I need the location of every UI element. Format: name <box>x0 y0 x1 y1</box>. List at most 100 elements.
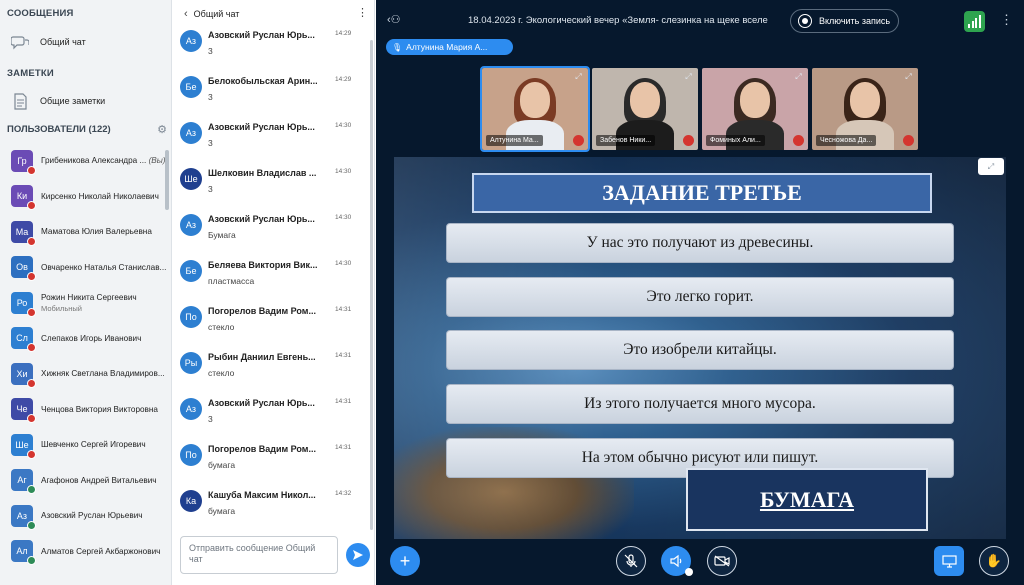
gear-icon[interactable]: ⚙ <box>157 123 167 136</box>
connection-status-icon[interactable] <box>964 11 985 32</box>
user-list-item[interactable]: Ки Кирсенко Николай Николаевич <box>0 179 171 215</box>
video-thumbnail[interactable]: ⤢ Забенов Ники... <box>592 68 698 150</box>
user-list-item[interactable]: Ал Алматов Сергей Акбаржонович <box>0 534 171 570</box>
chat-message-input[interactable]: Отправить сообщение Общий чат <box>180 536 338 574</box>
chat-scrollbar[interactable] <box>370 40 373 530</box>
more-options-icon[interactable]: ⋮ <box>1000 12 1013 28</box>
avatar: По <box>180 444 202 466</box>
avatar-initials: Ки <box>16 191 28 202</box>
chevron-left-icon[interactable]: ‹ <box>184 8 188 20</box>
mic-muted-icon <box>573 135 584 146</box>
expand-icon[interactable]: ⤢ <box>683 71 694 82</box>
mic-muted-icon <box>793 135 804 146</box>
user-list-item[interactable]: Гр Грибеникова Александра ... (Вы) <box>0 143 171 179</box>
sidebar-item-public-chat[interactable]: Общий чат <box>0 29 171 55</box>
mic-muted-icon <box>27 343 36 353</box>
message-author: Беляева Виктория Вик... <box>208 260 318 270</box>
user-list-item[interactable]: Ше Шевченко Сергей Игоревич <box>0 427 171 463</box>
chat-message: Ше Шелковин Владислав ... 14:30 3 <box>172 162 374 208</box>
message-text: стекло <box>208 368 235 378</box>
leave-icon[interactable]: ‹⚇ <box>387 13 401 26</box>
avatar-initials: Аз <box>16 510 28 521</box>
mic-muted-icon <box>27 307 36 317</box>
mic-muted-icon <box>27 165 36 175</box>
hand-icon: ✋ <box>985 553 1003 568</box>
user-list-item[interactable]: Ма Маматова Юлия Валерьевна <box>0 214 171 250</box>
video-thumbnail[interactable]: ⤢ Алтунина Ма... <box>480 66 590 152</box>
expand-icon[interactable]: ⤢ <box>903 71 914 82</box>
users-section-header: ПОЛЬЗОВАТЕЛИ (122) ⚙ <box>7 123 167 136</box>
user-list-item[interactable]: Хи Хижняк Светлана Владимиров... <box>0 356 171 392</box>
speaker-icon <box>670 554 682 568</box>
avatar: Ше <box>180 168 202 190</box>
user-list-item[interactable]: Сл Слепаков Игорь Иванович <box>0 321 171 357</box>
avatar: Аз <box>11 504 36 530</box>
message-author: Азовский Руслан Юрь... <box>208 30 315 40</box>
avatar-initials: Ше <box>15 439 29 450</box>
video-thumbnail[interactable]: ⤢ Чесножова Да... <box>812 68 918 150</box>
actions-button[interactable]: + <box>390 546 420 576</box>
send-button[interactable] <box>346 543 370 567</box>
start-recording-button[interactable]: Включить запись <box>790 9 899 33</box>
expand-icon[interactable]: ⤢ <box>793 71 804 82</box>
avatar-initials: Ма <box>15 226 29 237</box>
users-scrollbar[interactable] <box>165 150 169 210</box>
mic-muted-icon <box>27 272 36 282</box>
avatar-initials: Ше <box>184 174 198 184</box>
listen-only-icon <box>27 485 36 495</box>
avatar-initials: Аг <box>17 475 27 486</box>
more-options-icon[interactable]: ⋮ <box>357 8 368 19</box>
user-name: Кирсенко Николай Николаевич <box>41 191 159 201</box>
message-time: 14:30 <box>335 214 352 221</box>
user-name: Грибеникова Александра ... <box>41 156 147 166</box>
user-list-item[interactable]: Ов Овчаренко Наталья Станислав... <box>0 250 171 286</box>
user-list-item[interactable]: Ро Рожин Никита Сергеевич Мобильный <box>0 285 171 321</box>
user-name: Овчаренко Наталья Станислав... <box>41 262 167 272</box>
listen-only-icon <box>27 556 36 566</box>
message-author: Азовский Руслан Юрь... <box>208 398 315 408</box>
message-time: 14:31 <box>335 398 352 405</box>
avatar: Че <box>11 398 36 424</box>
avatar: Аз <box>180 398 202 420</box>
avatar: Гр <box>11 149 36 175</box>
chat-title[interactable]: Общий чат <box>194 9 240 19</box>
screen-share-button[interactable] <box>934 546 964 576</box>
audio-status-dot <box>685 568 693 576</box>
avatar: Аг <box>11 469 36 495</box>
camera-button[interactable] <box>707 546 737 576</box>
avatar-initials: Бе <box>185 82 197 92</box>
user-name: Ченцова Виктория Викторовна <box>41 404 158 414</box>
avatar-initials: Бе <box>185 266 197 276</box>
record-icon <box>798 14 812 28</box>
microphone-off-icon <box>624 554 638 568</box>
user-list-item[interactable]: Че Ченцова Виктория Викторовна <box>0 392 171 428</box>
mic-muted-icon <box>903 135 914 146</box>
message-author: Рыбин Даниил Евгень... <box>208 352 316 362</box>
message-text: 3 <box>208 138 213 148</box>
user-list-item[interactable]: Аз Азовский Руслан Юрьевич <box>0 498 171 534</box>
fullscreen-button[interactable]: ⤢ <box>978 158 1004 175</box>
user-list-item[interactable]: Аг Агафонов Андрей Витальевич <box>0 463 171 499</box>
you-label: (Вы) <box>148 156 166 166</box>
sidebar-item-label: Общие заметки <box>40 96 106 106</box>
expand-icon[interactable]: ⤢ <box>573 71 584 82</box>
avatar: Ро <box>11 291 36 317</box>
user-name: Азовский Руслан Юрьевич <box>41 511 143 521</box>
messages-section-title: СООБЩЕНИЯ <box>7 8 74 19</box>
video-thumbnail[interactable]: ⤢ Фоминых Али... <box>702 68 808 150</box>
current-speaker-badge: 🎙 Алтунина Мария А... <box>386 39 513 55</box>
slide-title: ЗАДАНИЕ ТРЕТЬЕ <box>472 173 932 213</box>
chat-message: Аз Азовский Руслан Юрь... 14:31 3 <box>172 392 374 438</box>
chat-message: Ка Кашуба Максим Никол... 14:32 бумага <box>172 484 374 530</box>
participant-name: Чесножова Да... <box>816 135 877 146</box>
record-label: Включить запись <box>819 16 891 26</box>
user-name-block: Кирсенко Николай Николаевич <box>41 191 159 202</box>
avatar-initials: Сл <box>16 333 28 344</box>
video-thumbnails: ⤢ Алтунина Ма... ⤢ Забенов Ники... ⤢ Фоминых … <box>480 66 918 152</box>
raise-hand-button[interactable]: ✋ <box>979 546 1009 576</box>
message-time: 14:29 <box>335 30 352 37</box>
sidebar-item-shared-notes[interactable]: Общие заметки <box>0 88 171 114</box>
mute-microphone-button[interactable] <box>616 546 646 576</box>
top-bar: ‹⚇ 18.04.2023 г. Экологический вечер «Зе… <box>376 0 1024 40</box>
avatar: Ма <box>11 220 36 246</box>
